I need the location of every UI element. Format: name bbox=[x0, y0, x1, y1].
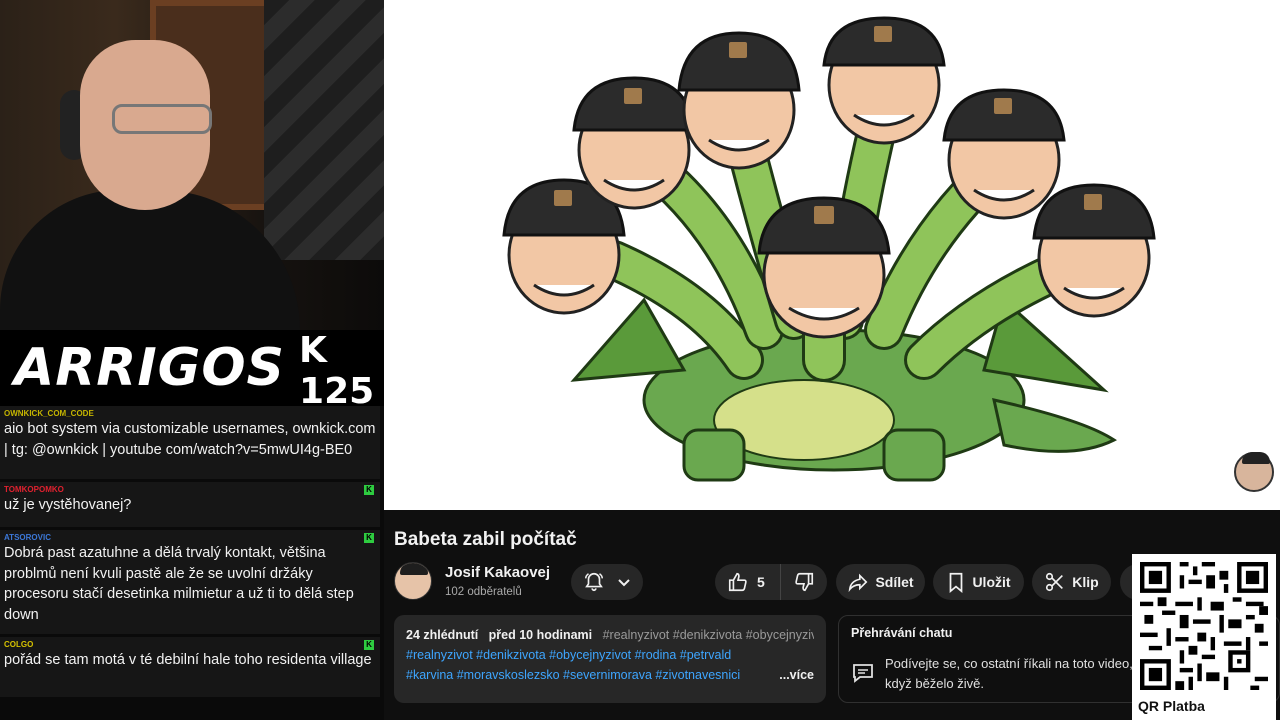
share-icon bbox=[847, 571, 869, 593]
channel-name[interactable]: Josif Kakaovej bbox=[445, 564, 550, 581]
hydra-head bbox=[572, 76, 696, 210]
chevron-down-icon bbox=[617, 575, 631, 589]
thumbs-down-icon bbox=[793, 571, 815, 593]
hydra-illustration bbox=[502, 16, 1156, 482]
view-count: 24 zhlédnutí bbox=[406, 628, 479, 642]
stream-layout: ARRIGOS K 125 OWNKICK_COM_CODE aio bot s… bbox=[0, 0, 1280, 720]
dislike-button[interactable] bbox=[781, 564, 827, 600]
clip-button[interactable]: Klip bbox=[1032, 564, 1111, 600]
chat-message: OWNKICK_COM_CODE aio bot system via cust… bbox=[0, 406, 380, 479]
kick-badge-icon: K bbox=[364, 533, 374, 543]
show-more-link[interactable]: ...více bbox=[775, 665, 814, 685]
chat-username: ATSOROVIC bbox=[4, 533, 51, 542]
qr-code bbox=[1140, 562, 1268, 690]
chat-username: OWNKICK_COM_CODE bbox=[4, 409, 94, 418]
channel-avatar[interactable] bbox=[394, 562, 432, 600]
chat-message: COLGO pořád se tam motá v té debilní hal… bbox=[0, 637, 380, 697]
webcam-feed bbox=[0, 0, 384, 330]
hashtag-line-text[interactable]: #karvina #moravskoslezsko #severnimorava… bbox=[406, 668, 740, 682]
chat-replay-text: Podívejte se, co ostatní říkali na toto … bbox=[885, 656, 1133, 691]
video-player[interactable] bbox=[384, 0, 1280, 510]
notification-button[interactable] bbox=[571, 564, 643, 600]
channel-watermark-icon[interactable] bbox=[1234, 452, 1274, 492]
qr-payment-label: QR Platba bbox=[1138, 698, 1205, 714]
chat-bubble-icon bbox=[851, 661, 875, 685]
hydra-head bbox=[757, 196, 891, 339]
scissors-icon bbox=[1044, 571, 1066, 593]
glasses bbox=[112, 104, 212, 134]
kick-badge-icon: K bbox=[364, 640, 374, 650]
description-box[interactable]: 24 zhlédnutí před 10 hodinami #realnyziv… bbox=[394, 615, 826, 703]
share-label: Sdílet bbox=[875, 574, 914, 590]
inline-hashtags: #realnyzivot #denikzivota #obycejnyzivot bbox=[602, 628, 814, 642]
bell-icon bbox=[583, 571, 605, 593]
like-count: 5 bbox=[757, 574, 765, 590]
hydra-head bbox=[677, 31, 801, 170]
save-button[interactable]: Uložit bbox=[933, 564, 1024, 600]
episode-label: K 125 bbox=[299, 330, 375, 412]
hydra-head bbox=[1032, 183, 1156, 318]
hydra-head bbox=[942, 88, 1066, 220]
description-meta: 24 zhlédnutí před 10 hodinami #realnyziv… bbox=[406, 625, 814, 645]
qr-payment-overlay: QR Platba bbox=[1132, 554, 1276, 720]
left-column: ARRIGOS K 125 OWNKICK_COM_CODE aio bot s… bbox=[0, 0, 384, 720]
chat-text: aio bot system via customizable username… bbox=[4, 421, 376, 458]
brand-logo: ARRIGOS bbox=[14, 338, 286, 398]
chat-message: ATSOROVIC Dobrá past azatuhne a dělá trv… bbox=[0, 530, 380, 634]
hashtag-line: #karvina #moravskoslezsko #severnimorava… bbox=[406, 665, 814, 685]
kick-badge-icon: K bbox=[364, 485, 374, 495]
hashtag-line[interactable]: #realnyzivot #denikzivota #obycejnyzivot… bbox=[406, 645, 814, 665]
chat-message: TOMKOPOMKO už je vystěhovanej? K bbox=[0, 482, 380, 527]
clip-label: Klip bbox=[1072, 574, 1099, 590]
chat-text: Dobrá past azatuhne a dělá trvalý kontak… bbox=[4, 545, 354, 623]
like-dislike-group: 5 bbox=[715, 564, 827, 600]
video-title: Babeta zabil počítač bbox=[394, 529, 577, 550]
acoustic-panel bbox=[264, 0, 384, 260]
save-label: Uložit bbox=[972, 574, 1011, 590]
subscriber-count: 102 odběratelů bbox=[445, 586, 522, 598]
thumbs-up-icon bbox=[727, 571, 749, 593]
like-button[interactable]: 5 bbox=[715, 564, 781, 600]
chat-text: už je vystěhovanej? bbox=[4, 497, 132, 513]
share-button[interactable]: Sdílet bbox=[836, 564, 925, 600]
bookmark-icon bbox=[946, 571, 966, 593]
chat-username: COLGO bbox=[4, 640, 34, 649]
chat-username: TOMKOPOMKO bbox=[4, 485, 64, 494]
stream-brand-bar: ARRIGOS K 125 bbox=[0, 330, 384, 412]
live-chat: OWNKICK_COM_CODE aio bot system via cust… bbox=[0, 406, 384, 720]
chat-text: pořád se tam motá v té debilní hale toho… bbox=[4, 652, 372, 668]
hydra-head bbox=[822, 16, 946, 145]
upload-age: před 10 hodinami bbox=[488, 628, 593, 642]
